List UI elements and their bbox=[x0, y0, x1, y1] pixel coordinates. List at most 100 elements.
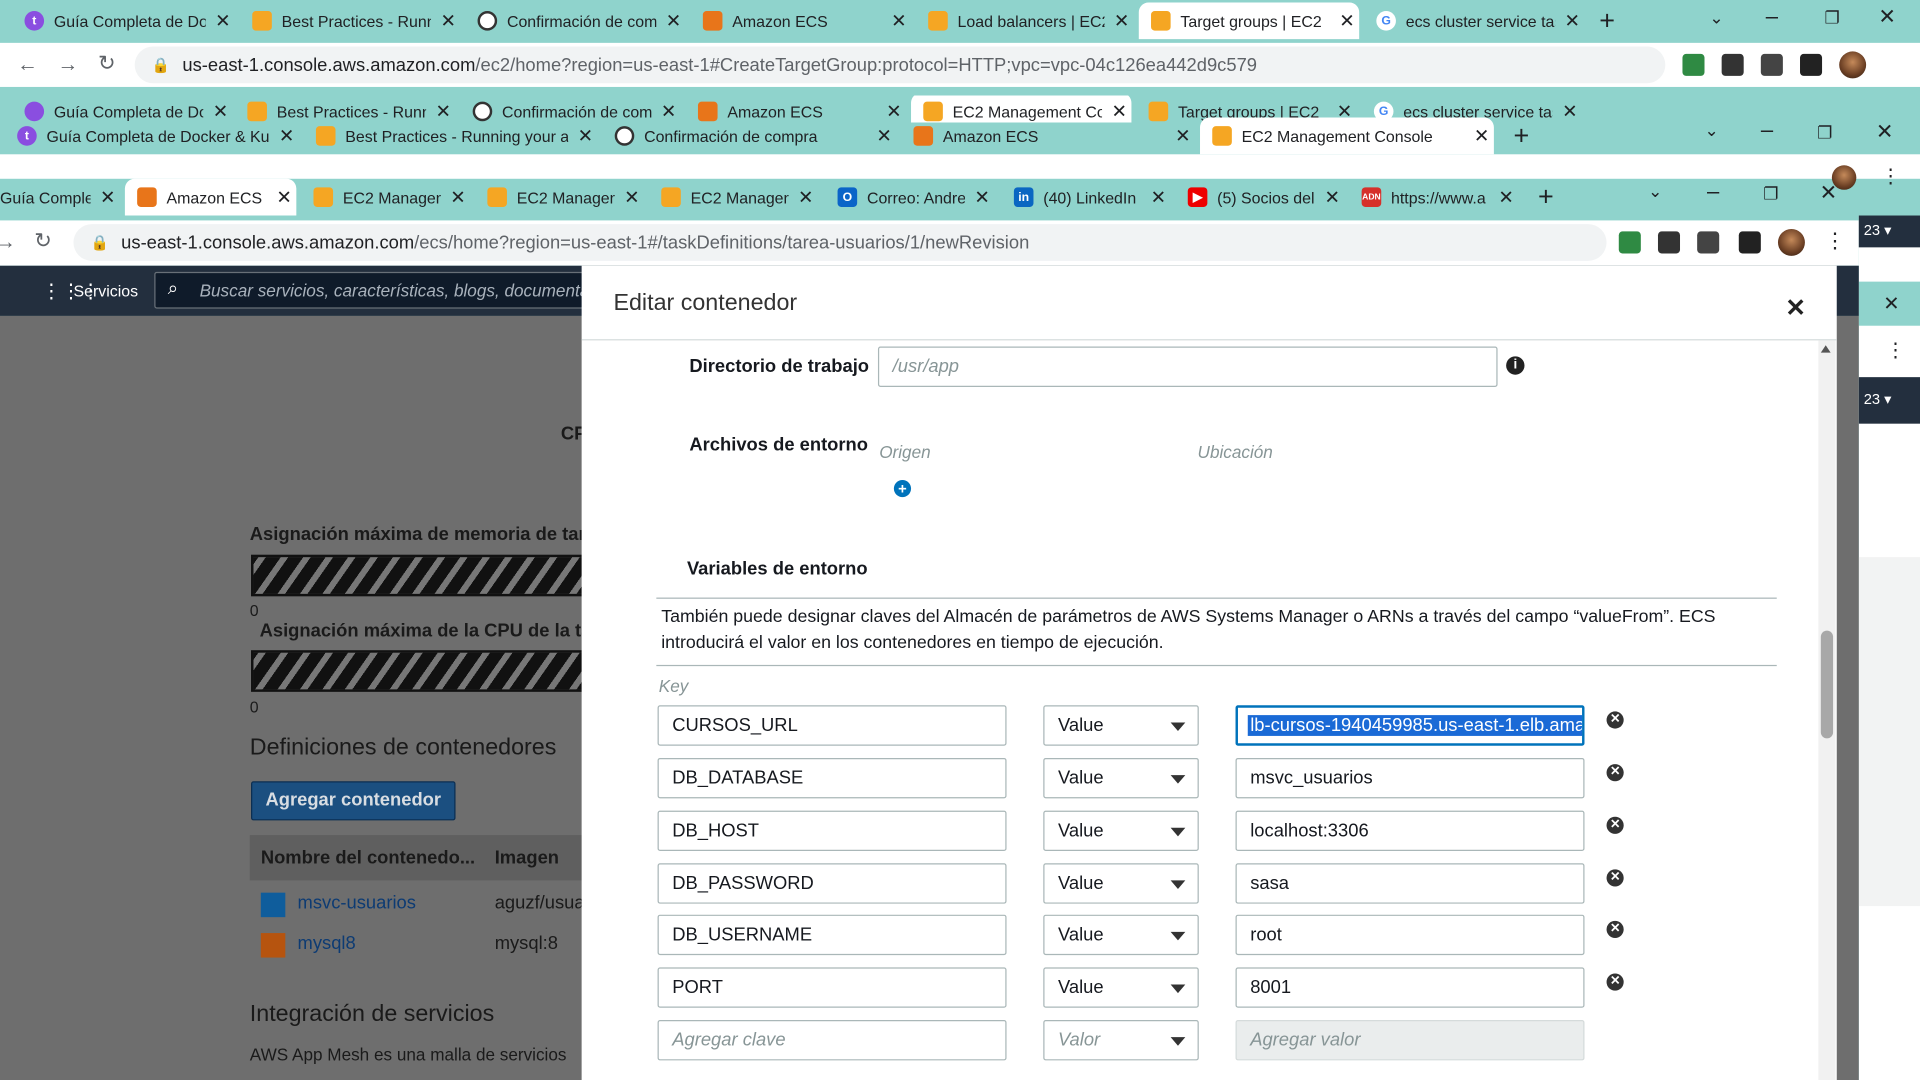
close-icon[interactable]: ✕ bbox=[1883, 291, 1899, 315]
sidepanel-icon[interactable] bbox=[1800, 53, 1823, 76]
remove-icon[interactable]: ✕ bbox=[1606, 764, 1624, 782]
env-value-input[interactable]: root bbox=[1235, 914, 1585, 956]
tab[interactable]: Guía Complet ✕ bbox=[0, 179, 120, 216]
env-key-input[interactable]: DB_DATABASE bbox=[657, 757, 1007, 799]
env-key-input[interactable]: CURSOS_URL bbox=[657, 705, 1007, 746]
env-type-select[interactable]: Value bbox=[1043, 705, 1199, 746]
close-icon[interactable]: ✕ bbox=[272, 186, 296, 208]
minimize-icon[interactable]: – bbox=[1761, 118, 1773, 144]
remove-icon[interactable]: ✕ bbox=[1606, 816, 1624, 834]
env-type-select[interactable]: Value bbox=[1043, 810, 1199, 852]
remove-icon[interactable]: ✕ bbox=[1606, 920, 1624, 938]
restore-icon[interactable]: ❐ bbox=[1817, 122, 1832, 143]
env-value-input[interactable]: localhost:3306 bbox=[1235, 810, 1585, 852]
tab[interactable]: O Correo: Andre ✕ bbox=[825, 179, 994, 216]
tab[interactable]: Best Practices - Running your ap ✕ bbox=[304, 118, 598, 155]
minimize-icon[interactable]: – bbox=[1766, 4, 1778, 30]
forward-icon[interactable]: → bbox=[58, 53, 79, 77]
close-icon[interactable]: ✕ bbox=[1109, 10, 1133, 32]
container-link[interactable]: msvc-usuarios bbox=[298, 893, 416, 914]
window-close-icon[interactable]: ✕ bbox=[1878, 5, 1895, 29]
avatar[interactable] bbox=[1839, 51, 1867, 79]
close-icon[interactable]: ✕ bbox=[274, 125, 298, 147]
chevron-down-icon[interactable]: ⌄ bbox=[1648, 181, 1662, 202]
tab[interactable]: EC2 Managem ✕ bbox=[301, 179, 470, 216]
extension-icon[interactable] bbox=[1682, 53, 1705, 76]
close-icon[interactable]: ✕ bbox=[793, 186, 817, 208]
add-container-button[interactable]: Agregar contenedor bbox=[251, 781, 456, 821]
tab[interactable]: ADN https://www.a ✕ bbox=[1349, 179, 1518, 216]
container-link[interactable]: mysql8 bbox=[298, 933, 356, 954]
reload-icon[interactable]: ↻ bbox=[98, 51, 115, 75]
services-menu[interactable]: Servicios bbox=[73, 282, 138, 300]
tab[interactable]: t Guía Completa de Docker & Kub ✕ bbox=[5, 118, 299, 155]
close-icon[interactable]: ✕ bbox=[970, 186, 994, 208]
tab[interactable]: Best Practices - Runni ✕ bbox=[240, 2, 460, 39]
remove-icon[interactable]: ✕ bbox=[1606, 711, 1624, 729]
close-icon[interactable]: ✕ bbox=[573, 125, 597, 147]
close-icon[interactable]: ✕ bbox=[1320, 186, 1344, 208]
window-close-icon[interactable]: ✕ bbox=[1876, 120, 1893, 144]
env-type-select[interactable]: Value bbox=[1043, 967, 1199, 1008]
close-icon[interactable]: ✕ bbox=[872, 125, 896, 147]
env-key-input[interactable]: PORT bbox=[657, 967, 1007, 1008]
tab[interactable]: Load balancers | EC2 ✕ bbox=[916, 2, 1134, 39]
close-icon[interactable]: ✕ bbox=[1785, 293, 1806, 324]
env-value-input[interactable]: sasa bbox=[1235, 863, 1585, 904]
tab[interactable]: in (40) LinkedIn ✕ bbox=[1002, 179, 1171, 216]
scrollbar-thumb[interactable] bbox=[1820, 630, 1834, 739]
close-icon[interactable]: ✕ bbox=[1335, 10, 1359, 32]
env-key-input[interactable]: DB_HOST bbox=[657, 810, 1007, 852]
close-icon[interactable]: ✕ bbox=[446, 186, 470, 208]
puzzle-icon[interactable] bbox=[1721, 53, 1744, 76]
restore-icon[interactable]: ❐ bbox=[1763, 184, 1778, 205]
tab[interactable]: Amazon ECS ✕ bbox=[691, 2, 911, 39]
add-value-input[interactable]: Agregar valor bbox=[1235, 1020, 1585, 1061]
new-tab-icon[interactable]: + bbox=[1513, 120, 1529, 152]
env-value-input[interactable]: 8001 bbox=[1235, 967, 1585, 1008]
reload-icon[interactable]: ↻ bbox=[34, 229, 51, 253]
minimize-icon[interactable]: – bbox=[1707, 179, 1719, 205]
add-key-input[interactable]: Agregar clave bbox=[657, 1020, 1007, 1061]
add-type-select[interactable]: Valor bbox=[1043, 1020, 1199, 1061]
new-tab-icon[interactable]: + bbox=[1599, 5, 1615, 37]
env-type-select[interactable]: Value bbox=[1043, 863, 1199, 904]
tab[interactable]: Confirmación de com ✕ bbox=[465, 2, 685, 39]
forward-icon[interactable]: → bbox=[0, 230, 16, 254]
env-key-input[interactable]: DB_PASSWORD bbox=[657, 863, 1007, 904]
close-icon[interactable]: ✕ bbox=[1494, 186, 1518, 208]
menu-icon[interactable]: ⋮ bbox=[1825, 229, 1846, 253]
workdir-input[interactable]: /usr/app bbox=[877, 346, 1498, 387]
tab-active[interactable]: Target groups | EC2 ✕ bbox=[1138, 2, 1360, 40]
close-icon[interactable]: ✕ bbox=[1146, 186, 1170, 208]
puzzle-icon[interactable] bbox=[1657, 231, 1681, 254]
tab[interactable]: Gecs cluster service tas ✕ bbox=[1364, 2, 1584, 39]
tab-active[interactable]: Amazon ECS ✕ bbox=[124, 178, 297, 216]
chevron-down-icon[interactable]: ⌄ bbox=[1705, 120, 1719, 141]
extension-icon[interactable] bbox=[1618, 231, 1641, 254]
menu-icon[interactable]: ⋮ bbox=[1881, 164, 1901, 188]
back-icon[interactable]: ← bbox=[17, 53, 38, 77]
close-icon[interactable]: ✕ bbox=[661, 10, 685, 32]
close-icon[interactable]: ✕ bbox=[1469, 125, 1493, 147]
remove-icon[interactable]: ✕ bbox=[1606, 869, 1624, 887]
scroll-up-icon[interactable] bbox=[1820, 345, 1831, 353]
close-icon[interactable]: ✕ bbox=[436, 10, 460, 32]
chevron-down-icon[interactable]: ⌄ bbox=[1709, 7, 1723, 28]
media-icon[interactable] bbox=[1760, 53, 1783, 76]
aws-search[interactable]: ⌕ Buscar servicios, características, blo… bbox=[154, 271, 621, 309]
tab[interactable]: EC2 Managem ✕ bbox=[649, 179, 818, 216]
media-icon[interactable] bbox=[1697, 231, 1720, 254]
menu-icon[interactable]: ⋮ bbox=[1886, 338, 1906, 362]
remove-icon[interactable]: ✕ bbox=[1606, 973, 1624, 991]
address-bar[interactable]: 🔒 us-east-1.console.aws.amazon.com/ec2/h… bbox=[134, 46, 1666, 84]
close-icon[interactable]: ✕ bbox=[96, 186, 120, 208]
close-icon[interactable]: ✕ bbox=[1171, 125, 1195, 147]
new-tab-icon[interactable]: + bbox=[1538, 181, 1554, 213]
avatar[interactable] bbox=[1777, 228, 1805, 256]
restore-icon[interactable]: ❐ bbox=[1825, 7, 1840, 28]
env-value-input[interactable]: lb-cursos-1940459985.us-east-1.elb.amaz bbox=[1235, 705, 1585, 746]
close-icon[interactable]: ✕ bbox=[620, 186, 644, 208]
env-key-input[interactable]: DB_USERNAME bbox=[657, 914, 1007, 956]
tab[interactable]: ▶ (5) Socios del ✕ bbox=[1176, 179, 1345, 216]
